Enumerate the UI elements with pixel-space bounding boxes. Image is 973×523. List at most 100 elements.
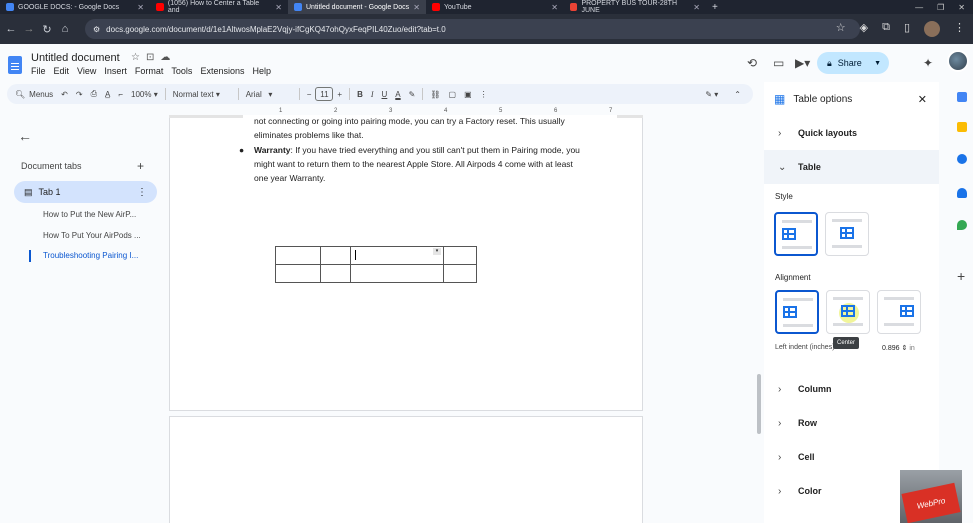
document-title[interactable]: Untitled document: [31, 52, 120, 64]
browser-menu-icon[interactable]: ⋮: [954, 21, 965, 37]
bold-icon[interactable]: B: [353, 86, 367, 102]
font-size-input[interactable]: 11: [315, 87, 334, 101]
outline-item[interactable]: How to Put the New AirP...: [43, 210, 136, 219]
extension-icon[interactable]: ◈: [860, 21, 868, 37]
section-quick-layouts[interactable]: › Quick layouts: [764, 116, 939, 150]
window-close-icon[interactable]: ✕: [958, 3, 965, 12]
document-page[interactable]: not connecting or going into pairing mod…: [169, 118, 643, 411]
editing-mode-icon[interactable]: ✎ ▾: [701, 86, 722, 102]
menu-insert[interactable]: Insert: [104, 66, 127, 76]
highlight-icon[interactable]: ✎: [405, 86, 420, 102]
close-icon[interactable]: ✕: [551, 3, 558, 12]
keep-icon[interactable]: [957, 122, 967, 132]
left-indent-stepper[interactable]: 0.896 ⇕ in: [882, 344, 915, 352]
section-row[interactable]: › Row: [764, 406, 939, 440]
align-left-option[interactable]: [775, 290, 819, 334]
avatar[interactable]: [947, 50, 969, 72]
style-option-default[interactable]: [774, 212, 818, 256]
outline-item[interactable]: How To Put Your AirPods ...: [43, 231, 141, 240]
align-center-option[interactable]: [826, 290, 870, 334]
add-comment-icon[interactable]: ▢: [445, 86, 461, 102]
browser-tab[interactable]: GOOGLE DOCS: - Google Docs ✕: [0, 0, 150, 14]
maps-icon[interactable]: [957, 220, 967, 230]
menu-view[interactable]: View: [77, 66, 96, 76]
table-cell[interactable]: [350, 264, 444, 283]
extensions-puzzle-icon[interactable]: ⧉: [882, 21, 890, 37]
insert-image-icon[interactable]: ▣: [460, 86, 476, 102]
print-icon[interactable]: ⎙: [87, 86, 101, 102]
paint-format-icon[interactable]: ⌐: [114, 86, 127, 102]
minimize-icon[interactable]: —: [915, 3, 923, 12]
spellcheck-icon[interactable]: A̲: [101, 86, 114, 102]
comments-icon[interactable]: ▭: [773, 56, 784, 70]
close-icon[interactable]: ✕: [413, 3, 420, 12]
sidebar-icon[interactable]: ▯: [904, 21, 910, 37]
menu-file[interactable]: File: [31, 66, 46, 76]
font-select[interactable]: Arial ▾: [242, 86, 296, 102]
browser-profile-avatar[interactable]: [924, 21, 940, 37]
menus-search[interactable]: 🔍︎ Menus: [7, 86, 57, 102]
table-cell[interactable]: [443, 246, 477, 265]
decrease-font-icon[interactable]: −: [303, 86, 316, 102]
link-icon[interactable]: ⛓: [426, 86, 444, 102]
new-tab-icon[interactable]: +: [706, 2, 718, 13]
chevron-up-icon[interactable]: ⌃: [730, 86, 745, 102]
browser-tab-active[interactable]: Untitled document - Google Docs ✕: [288, 0, 426, 14]
document-tab-item[interactable]: ▤ Tab 1 ⋮: [14, 181, 157, 203]
more-options-icon[interactable]: ⋮: [476, 86, 492, 102]
more-vert-icon[interactable]: ⋮: [137, 187, 147, 198]
add-app-icon[interactable]: +: [957, 268, 965, 284]
browser-tab[interactable]: (1056) How to Center a Table and ✕: [150, 0, 288, 14]
section-table[interactable]: ⌄ Table: [764, 150, 939, 184]
gemini-icon[interactable]: ✦: [923, 56, 933, 70]
menu-format[interactable]: Format: [135, 66, 164, 76]
menu-extensions[interactable]: Extensions: [200, 66, 244, 76]
browser-tab[interactable]: PROPERTY BUS TOUR-28TH JUNE ✕: [564, 0, 706, 14]
table-cell-active[interactable]: [350, 246, 444, 265]
calendar-icon[interactable]: [957, 92, 967, 102]
underline-icon[interactable]: U: [378, 86, 392, 102]
back-arrow-icon[interactable]: ←: [18, 128, 32, 144]
italic-icon[interactable]: I: [367, 86, 378, 102]
table-cell[interactable]: [443, 264, 477, 283]
maximize-icon[interactable]: ❐: [937, 3, 944, 12]
align-right-option[interactable]: [877, 290, 921, 334]
table-cell[interactable]: [275, 246, 321, 265]
document-table[interactable]: [275, 246, 477, 283]
table-cell[interactable]: [320, 246, 351, 265]
home-icon[interactable]: ⌂: [56, 23, 74, 35]
star-icon[interactable]: ☆: [131, 52, 140, 63]
menu-tools[interactable]: Tools: [171, 66, 192, 76]
vertical-scrollbar[interactable]: [757, 374, 761, 434]
section-column[interactable]: › Column: [764, 372, 939, 406]
ruler[interactable]: 1 2 3 4 5 6 7: [169, 108, 643, 118]
close-icon[interactable]: ✕: [137, 3, 144, 12]
menu-edit[interactable]: Edit: [54, 66, 70, 76]
style-option-alternate[interactable]: [825, 212, 869, 256]
close-icon[interactable]: ✕: [693, 3, 700, 12]
contacts-icon[interactable]: [957, 188, 967, 198]
cloud-status-icon[interactable]: ☁: [160, 52, 170, 63]
zoom-select[interactable]: 100% ▾: [127, 86, 162, 102]
redo-icon[interactable]: ↷: [72, 86, 87, 102]
menu-help[interactable]: Help: [252, 66, 271, 76]
add-tab-icon[interactable]: +: [137, 159, 144, 173]
table-cell[interactable]: [320, 264, 351, 283]
undo-icon[interactable]: ↶: [57, 86, 72, 102]
history-icon[interactable]: ⟲: [747, 56, 757, 70]
site-info-icon[interactable]: ⚙: [93, 25, 100, 34]
forward-icon[interactable]: →: [20, 23, 38, 35]
meet-icon[interactable]: ▶▾: [795, 56, 810, 70]
text-color-icon[interactable]: A: [391, 86, 404, 102]
style-select[interactable]: Normal text ▾: [169, 86, 235, 102]
reload-icon[interactable]: ↻: [38, 23, 56, 36]
browser-tab[interactable]: YouTube ✕: [426, 0, 564, 14]
table-cell[interactable]: [275, 264, 321, 283]
increase-font-icon[interactable]: +: [333, 86, 346, 102]
stepper-icon[interactable]: ⇕: [901, 345, 907, 352]
section-cell[interactable]: › Cell: [764, 440, 939, 474]
back-icon[interactable]: ←: [2, 23, 20, 35]
chevron-down-icon[interactable]: ▼: [874, 60, 881, 67]
move-folder-icon[interactable]: ⊡: [146, 52, 154, 63]
bookmark-star-icon[interactable]: ☆: [836, 21, 846, 37]
